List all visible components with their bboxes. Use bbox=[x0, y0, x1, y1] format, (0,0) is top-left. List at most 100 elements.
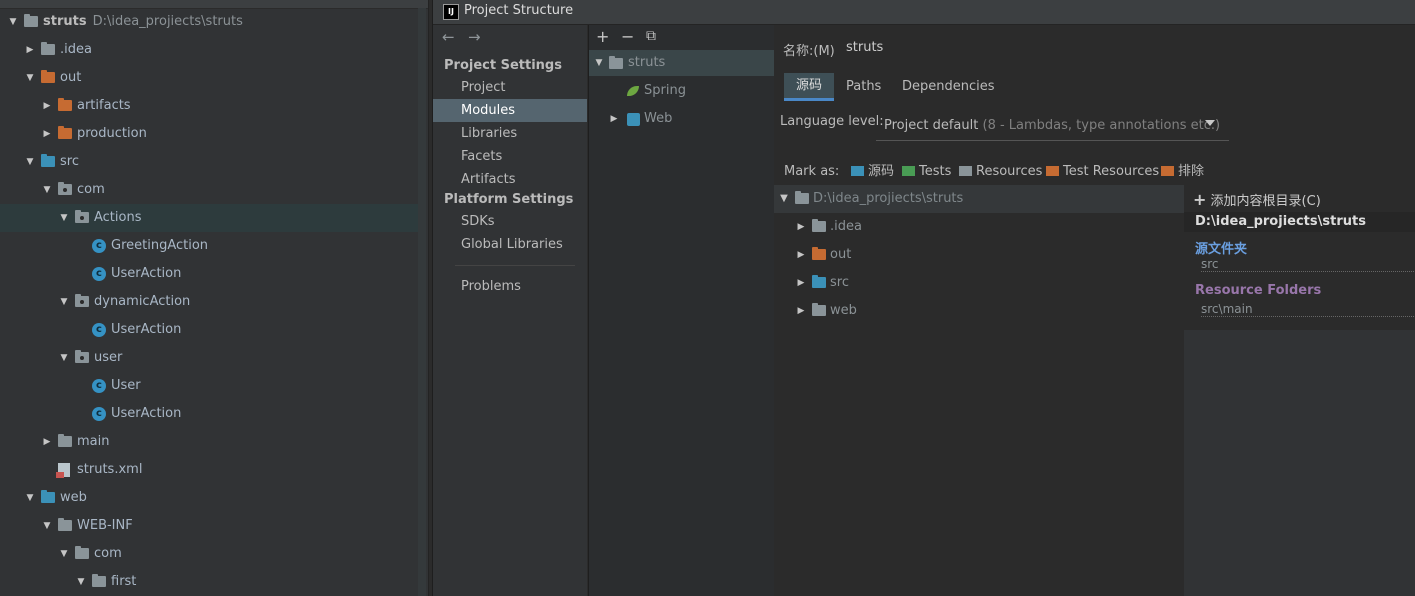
class-icon: c bbox=[92, 267, 106, 281]
chevron-down-icon[interactable]: ▼ bbox=[42, 512, 52, 540]
tree-row[interactable]: ▶ .idea bbox=[0, 36, 418, 64]
project-tree-scrollbar[interactable] bbox=[418, 8, 426, 596]
dialog-titlebar: IJ Project Structure bbox=[433, 0, 1415, 25]
mark-as-resources[interactable]: Resources bbox=[959, 163, 1042, 181]
project-tool-window: ▼ struts D:\idea_projiects\struts ▶ .idea ▼ ou… bbox=[0, 0, 429, 596]
tree-item-text: first bbox=[111, 574, 137, 589]
tree-row[interactable]: c UserAction bbox=[0, 400, 418, 428]
resource-folder-entry[interactable]: src\main bbox=[1201, 302, 1415, 317]
root-child-out[interactable]: ▶ out bbox=[774, 241, 1184, 269]
excluded-folder-icon bbox=[58, 98, 72, 111]
tree-row[interactable]: ▼ first bbox=[0, 568, 418, 596]
tree-item-text: web bbox=[60, 490, 87, 505]
chevron-right-icon[interactable]: ▶ bbox=[796, 269, 806, 297]
tree-item-label: Actions bbox=[94, 204, 142, 232]
root-row[interactable]: ▼ D:\idea_projiects\struts bbox=[774, 185, 1184, 213]
chevron-down-icon[interactable]: ▼ bbox=[594, 50, 604, 76]
mark-as-sources[interactable]: 源码 bbox=[851, 163, 894, 181]
chevron-down-icon[interactable]: ▼ bbox=[76, 568, 86, 596]
nav-item-libraries[interactable]: Libraries bbox=[433, 122, 587, 145]
nav-item-sdks[interactable]: SDKs bbox=[433, 210, 587, 233]
tree-row[interactable]: ▶ main bbox=[0, 428, 418, 456]
mark-as-excluded[interactable]: 排除 bbox=[1161, 163, 1204, 181]
nav-item-modules[interactable]: Modules bbox=[433, 99, 587, 122]
tree-item-label: .idea bbox=[60, 36, 92, 64]
tree-row[interactable]: ▼ web bbox=[0, 484, 418, 512]
remove-icon[interactable]: − bbox=[621, 27, 634, 46]
chevron-down-icon[interactable]: ▼ bbox=[42, 176, 52, 204]
tree-row[interactable]: ▼ com bbox=[0, 540, 418, 568]
language-level-label: Language level: bbox=[780, 114, 884, 129]
tree-row[interactable]: ▼ com bbox=[0, 176, 418, 204]
tree-row[interactable]: c UserAction bbox=[0, 316, 418, 344]
tree-item-text: struts.xml bbox=[77, 462, 143, 477]
back-arrow-icon[interactable]: ← bbox=[442, 28, 455, 46]
chevron-right-icon[interactable]: ▶ bbox=[796, 297, 806, 325]
tree-row[interactable]: ▼ user bbox=[0, 344, 418, 372]
chevron-right-icon[interactable]: ▶ bbox=[42, 120, 52, 148]
project-structure-dialog: IJ Project Structure ← → Project Setting… bbox=[432, 0, 1415, 596]
add-icon[interactable]: + bbox=[596, 27, 609, 46]
tree-item-text: Actions bbox=[94, 210, 142, 225]
chevron-right-icon[interactable]: ▶ bbox=[609, 106, 619, 132]
tab-sources[interactable]: 源码 bbox=[784, 73, 834, 101]
tree-item-label: user bbox=[94, 344, 122, 372]
chevron-right-icon[interactable]: ▶ bbox=[42, 428, 52, 456]
chevron-right-icon[interactable]: ▶ bbox=[25, 36, 35, 64]
forward-arrow-icon[interactable]: → bbox=[468, 28, 481, 46]
tree-row[interactable]: ▶ artifacts bbox=[0, 92, 418, 120]
tab-dependencies[interactable]: Dependencies bbox=[902, 79, 995, 94]
tree-row[interactable]: c UserAction bbox=[0, 260, 418, 288]
mark-as-test-resources[interactable]: Test Resources bbox=[1046, 163, 1159, 181]
tab-paths[interactable]: Paths bbox=[846, 79, 881, 94]
tree-row[interactable]: ▼ dynamicAction bbox=[0, 288, 418, 316]
tree-row[interactable]: ▼ out bbox=[0, 64, 418, 92]
tree-row[interactable]: ▶ production bbox=[0, 120, 418, 148]
chevron-down-icon[interactable]: ▼ bbox=[779, 185, 789, 213]
nav-item-artifacts[interactable]: Artifacts bbox=[433, 168, 587, 191]
module-row-spring[interactable]: Spring bbox=[589, 78, 774, 104]
tree-row[interactable]: ▼ Actions bbox=[0, 204, 418, 232]
module-row-struts[interactable]: ▼ struts bbox=[589, 50, 774, 76]
folder-icon bbox=[795, 191, 809, 204]
add-content-root-button[interactable]: + 添加内容根目录(C) bbox=[1193, 190, 1321, 209]
root-child-web[interactable]: ▶ web bbox=[774, 297, 1184, 325]
class-icon: c bbox=[92, 323, 106, 337]
copy-icon[interactable]: ⧉ bbox=[646, 28, 656, 44]
source-folder-entry[interactable]: src bbox=[1201, 257, 1415, 272]
chevron-down-icon[interactable]: ▼ bbox=[59, 344, 69, 372]
root-child-idea[interactable]: ▶ .idea bbox=[774, 213, 1184, 241]
tree-item-label: artifacts bbox=[77, 92, 131, 120]
module-row-web[interactable]: ▶ Web bbox=[589, 106, 774, 132]
language-level-text: Project default bbox=[884, 118, 979, 133]
tree-item-label: struts D:\idea_projiects\struts bbox=[43, 8, 243, 36]
chevron-down-icon[interactable]: ▼ bbox=[59, 204, 69, 232]
tree-row[interactable]: ▼ WEB-INF bbox=[0, 512, 418, 540]
chevron-down-icon[interactable]: ▼ bbox=[25, 64, 35, 92]
package-icon bbox=[75, 350, 89, 363]
chevron-down-icon[interactable]: ▼ bbox=[8, 8, 18, 36]
chevron-right-icon[interactable]: ▶ bbox=[796, 213, 806, 241]
chevron-down-icon[interactable]: ▼ bbox=[59, 540, 69, 568]
nav-item-problems[interactable]: Problems bbox=[433, 275, 587, 298]
chevron-down-icon[interactable]: ▼ bbox=[59, 288, 69, 316]
nav-item-global-libraries[interactable]: Global Libraries bbox=[433, 233, 587, 256]
tree-row[interactable]: ▼ struts D:\idea_projiects\struts bbox=[0, 8, 418, 36]
chevron-right-icon[interactable]: ▶ bbox=[42, 92, 52, 120]
chevron-down-icon[interactable]: ▼ bbox=[25, 484, 35, 512]
name-field[interactable]: struts bbox=[846, 40, 883, 55]
chevron-down-icon[interactable]: ▼ bbox=[25, 148, 35, 176]
tree-row[interactable]: c GreetingAction bbox=[0, 232, 418, 260]
folder-icon bbox=[75, 546, 89, 559]
tree-row[interactable]: struts.xml bbox=[0, 456, 418, 484]
tree-row[interactable]: ▼ src bbox=[0, 148, 418, 176]
chevron-down-icon[interactable] bbox=[1205, 120, 1215, 126]
nav-item-project[interactable]: Project bbox=[433, 76, 587, 99]
nav-item-facets[interactable]: Facets bbox=[433, 145, 587, 168]
tree-item-label: UserAction bbox=[111, 316, 181, 344]
chevron-right-icon[interactable]: ▶ bbox=[796, 241, 806, 269]
language-level-select[interactable]: Project default (8 - Lambdas, type annot… bbox=[876, 111, 1229, 141]
root-child-src[interactable]: ▶ src bbox=[774, 269, 1184, 297]
mark-as-tests[interactable]: Tests bbox=[902, 163, 951, 181]
tree-row[interactable]: c User bbox=[0, 372, 418, 400]
